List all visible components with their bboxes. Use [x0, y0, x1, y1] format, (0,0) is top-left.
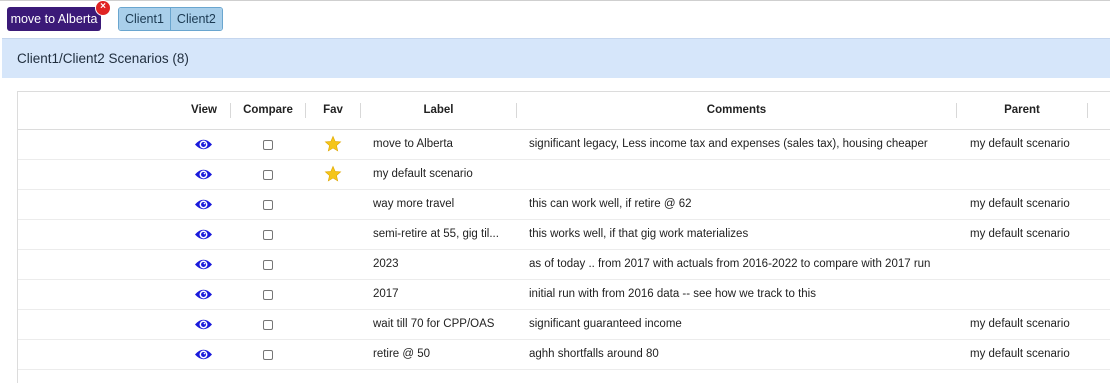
star-icon[interactable] — [324, 135, 342, 153]
scenario-parent: my default scenario — [970, 318, 1070, 330]
scenario-label: my default scenario — [373, 168, 473, 180]
active-scenario-pill[interactable]: move to Alberta — [7, 7, 101, 31]
eye-icon[interactable] — [194, 136, 213, 153]
column-header-view[interactable]: View — [175, 92, 233, 130]
scenarios-section-header: Client1/Client2 Scenarios (8) — [2, 38, 1110, 78]
eye-icon[interactable] — [194, 196, 213, 213]
scenario-comment: initial run with from 2016 data -- see h… — [529, 288, 816, 300]
scenario-label: semi-retire at 55, gig til... — [373, 228, 499, 240]
column-header-parent[interactable]: Parent — [957, 92, 1087, 130]
compare-checkbox[interactable] — [263, 350, 273, 360]
scenario-label: move to Alberta — [373, 138, 453, 150]
scenario-label: wait till 70 for CPP/OAS — [373, 318, 495, 330]
client-selector: Client1 Client2 — [118, 7, 223, 31]
active-scenario-label: move to Alberta — [10, 12, 98, 26]
client2-button[interactable]: Client2 — [169, 8, 222, 30]
scenario-label: 2023 — [373, 258, 399, 270]
scenario-comment: this works well, if that gig work materi… — [529, 228, 749, 240]
eye-icon[interactable] — [194, 316, 213, 333]
table-row[interactable]: 2017 initial run with from 2016 data -- s… — [18, 280, 1110, 310]
eye-icon[interactable] — [194, 346, 213, 363]
table-row[interactable]: semi-retire at 55, gig til... this works … — [18, 220, 1110, 250]
table-row[interactable]: wait till 70 for CPP/OAS significant guar… — [18, 310, 1110, 340]
compare-checkbox[interactable] — [263, 140, 273, 150]
client1-button[interactable]: Client1 — [119, 8, 170, 30]
compare-checkbox[interactable] — [263, 200, 273, 210]
column-header-label[interactable]: Label — [361, 92, 516, 130]
scenario-label: 2017 — [373, 288, 399, 300]
star-icon[interactable] — [324, 165, 342, 183]
table-row[interactable]: 2023 as of today .. from 2017 with actual… — [18, 250, 1110, 280]
scenario-label: way more travel — [373, 198, 455, 210]
section-title: Client1/Client2 Scenarios (8) — [17, 51, 189, 66]
column-divider — [1087, 103, 1088, 118]
scenario-label: retire @ 50 — [373, 348, 431, 360]
table-row[interactable]: retire @ 50 aghh shortfalls around 80 my d… — [18, 340, 1110, 370]
scenario-parent — [970, 250, 1100, 279]
scenario-parent — [970, 160, 1100, 189]
scenario-parent: my default scenario — [970, 138, 1070, 150]
scenario-comment: as of today .. from 2017 with actuals fr… — [529, 258, 931, 270]
scenario-parent: my default scenario — [970, 228, 1070, 240]
top-bar: move to Alberta × Client1 Client2 — [0, 0, 1110, 38]
table-row[interactable]: way more travel this can work well, if re… — [18, 190, 1110, 220]
scenario-parent — [970, 280, 1100, 309]
scenario-parent: my default scenario — [970, 348, 1070, 360]
scenario-comment — [529, 160, 949, 189]
eye-icon[interactable] — [194, 286, 213, 303]
compare-checkbox[interactable] — [263, 290, 273, 300]
close-icon[interactable]: × — [95, 0, 111, 16]
eye-icon[interactable] — [194, 166, 213, 183]
compare-checkbox[interactable] — [263, 230, 273, 240]
scenario-comment: this can work well, if retire @ 62 — [529, 198, 692, 210]
table-header: View Compare Fav Label Comments Parent — [18, 92, 1110, 130]
scenario-parent: my default scenario — [970, 198, 1070, 210]
table-row[interactable]: move to Alberta significant legacy, Less … — [18, 130, 1110, 160]
column-header-fav[interactable]: Fav — [306, 92, 360, 130]
scenario-comment: aghh shortfalls around 80 — [529, 348, 659, 360]
scenarios-table: View Compare Fav Label Comments Parent m… — [17, 91, 1110, 383]
scenario-comment: significant guaranteed income — [529, 318, 682, 330]
column-header-comments[interactable]: Comments — [517, 92, 956, 130]
eye-icon[interactable] — [194, 256, 213, 273]
compare-checkbox[interactable] — [263, 170, 273, 180]
table-row[interactable]: my default scenario — [18, 160, 1110, 190]
compare-checkbox[interactable] — [263, 320, 273, 330]
column-header-compare[interactable]: Compare — [231, 92, 305, 130]
scenario-comment: significant legacy, Less income tax and … — [529, 138, 928, 150]
compare-checkbox[interactable] — [263, 260, 273, 270]
eye-icon[interactable] — [194, 226, 213, 243]
